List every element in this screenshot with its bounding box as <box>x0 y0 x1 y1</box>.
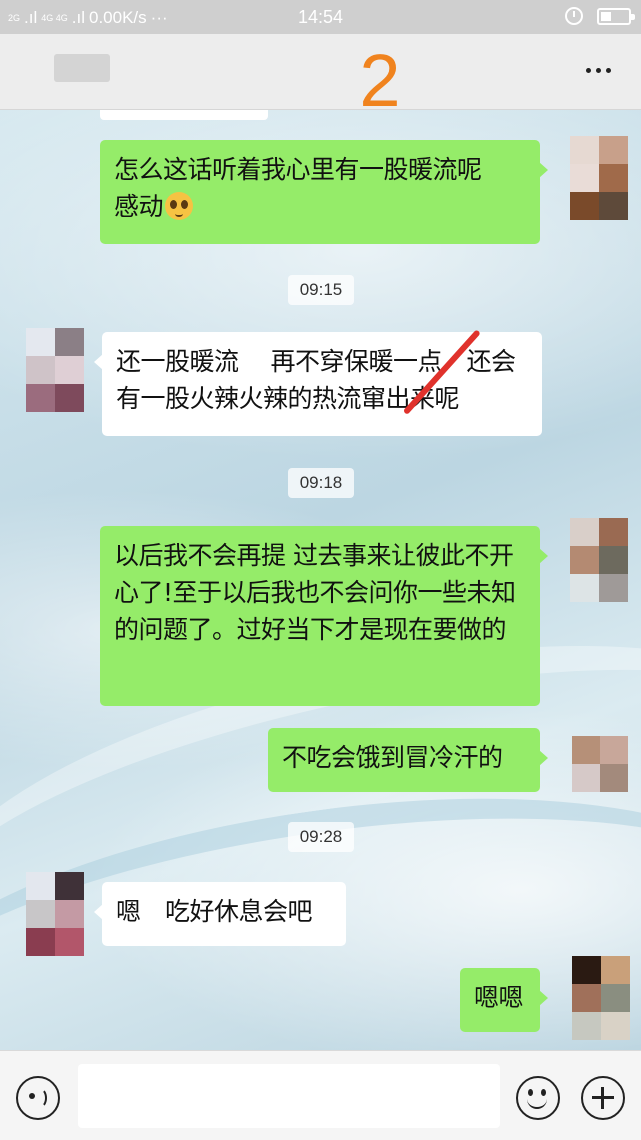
message-bubble-sent[interactable]: 怎么这话听着我心里有一股暖流呢 感动 <box>100 140 548 244</box>
annotation-number: 2 <box>359 39 401 122</box>
timestamp: 09:28 <box>288 822 354 852</box>
voice-icon[interactable] <box>16 1076 60 1120</box>
alarm-icon <box>565 7 583 25</box>
timestamp: 09:18 <box>288 468 354 498</box>
message-text: 以后我不会再提 过去事来让彼此不开心了!至于以后我也不会问你一些未知的问题了。过… <box>114 541 516 644</box>
avatar-me[interactable] <box>570 136 628 220</box>
message-text: 还一股暖流 再不穿保暖一点 还会有一股火辣火辣的热流窜出来呢 <box>116 347 516 413</box>
avatar-me[interactable] <box>570 518 628 602</box>
status-bar: 2G .ıl 4G 4G .ıl 0.00K/s ··· 14:54 <box>0 0 641 34</box>
partial-message <box>100 110 268 120</box>
message-text: 怎么这话听着我心里有一股暖流呢 <box>114 155 482 184</box>
touched-emoji-icon <box>165 192 194 220</box>
status-time: 14:54 <box>297 7 344 27</box>
timestamp: 09:15 <box>288 275 354 305</box>
message-text: 嗯 吃好休息会吧 <box>116 897 313 926</box>
input-bar <box>0 1050 641 1140</box>
more-dots-icon[interactable] <box>586 68 611 73</box>
message-bubble-sent[interactable]: 不吃会饿到冒冷汗的 <box>268 728 548 792</box>
message-text: 不吃会饿到冒冷汗的 <box>282 743 503 772</box>
message-text: 感动 <box>114 188 526 225</box>
avatar-me[interactable] <box>572 956 630 1040</box>
status-right <box>565 7 635 25</box>
message-text-line: 感动 <box>114 192 164 221</box>
emoji-icon[interactable] <box>516 1076 560 1120</box>
avatar-contact[interactable] <box>26 872 84 956</box>
battery-icon <box>597 7 635 25</box>
chat-area[interactable]: 怎么这话听着我心里有一股暖流呢 感动 09:15 还一股暖流 再不穿保暖一点 还… <box>0 110 641 1050</box>
message-bubble-received[interactable]: 还一股暖流 再不穿保暖一点 还会有一股火辣火辣的热流窜出来呢 <box>94 332 542 436</box>
message-input[interactable] <box>78 1064 500 1128</box>
plus-icon[interactable] <box>581 1076 625 1120</box>
chat-title-blurred[interactable] <box>54 54 110 82</box>
avatar-me[interactable] <box>572 736 628 792</box>
avatar-contact[interactable] <box>26 328 84 412</box>
chat-header: 2 <box>0 34 641 118</box>
message-bubble-sent[interactable]: 以后我不会再提 过去事来让彼此不开心了!至于以后我也不会问你一些未知的问题了。过… <box>100 526 548 706</box>
message-bubble-sent[interactable]: 嗯嗯 <box>460 968 548 1032</box>
message-text: 嗯嗯 <box>474 983 524 1012</box>
message-bubble-received[interactable]: 嗯 吃好休息会吧 <box>94 882 346 946</box>
